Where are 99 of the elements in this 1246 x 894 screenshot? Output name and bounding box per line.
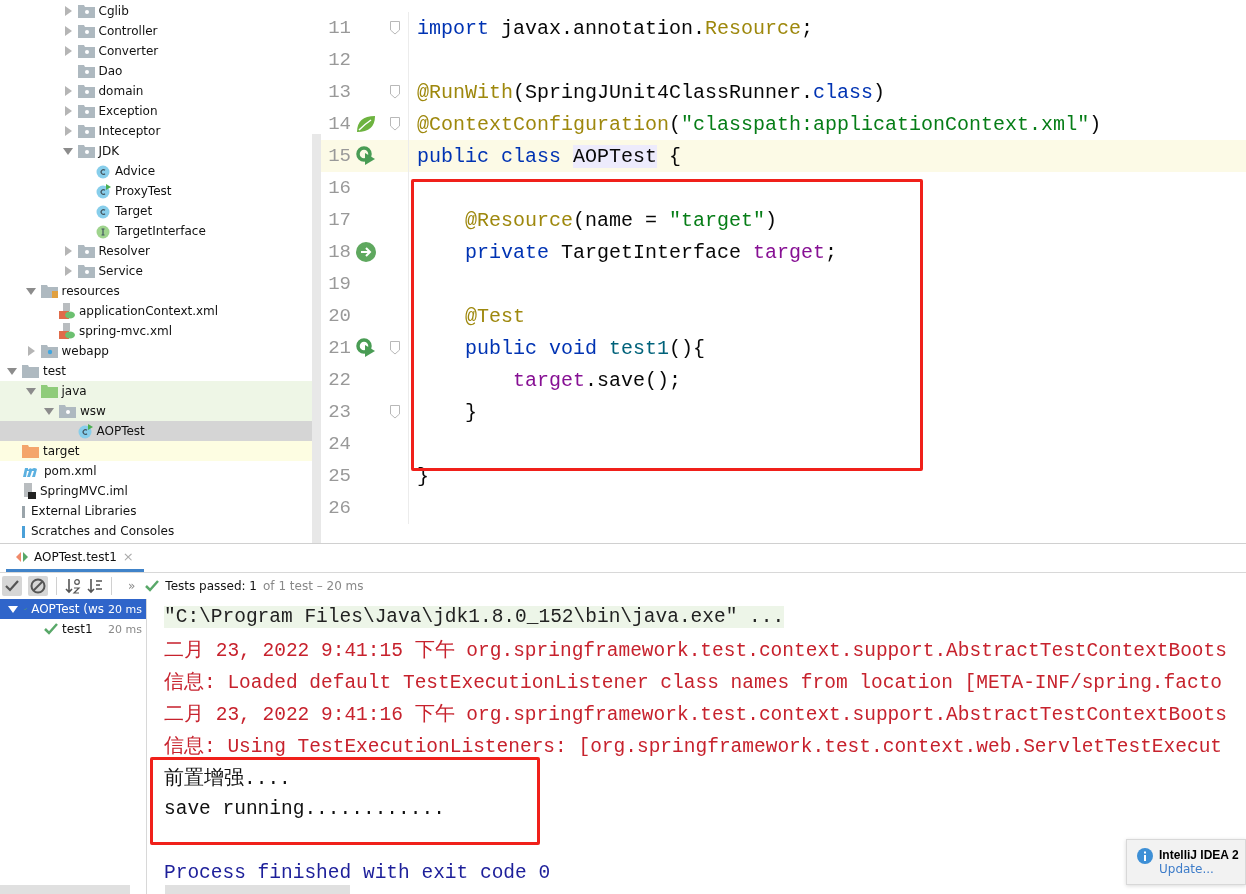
code-line: @Resource(name = "target"): [464, 208, 778, 232]
console-line: 前置增强....: [164, 766, 291, 791]
tree-item-label[interactable]: JDK: [98, 144, 120, 158]
tree-item-label[interactable]: resources: [61, 284, 120, 298]
line-number: 23: [327, 401, 351, 423]
fold-marker-icon[interactable]: [389, 117, 400, 131]
selected-tree-item[interactable]: AOPTest: [0, 421, 312, 441]
line-number: 11: [327, 17, 351, 39]
tree-item-label[interactable]: spring-mvc.xml: [79, 324, 173, 338]
fold-marker-icon[interactable]: [389, 341, 400, 355]
sort-alphabetically-icon[interactable]: [65, 578, 81, 594]
tree-item-label[interactable]: domain: [98, 84, 144, 98]
fold-marker-icon[interactable]: [389, 405, 400, 419]
show-ignored-button[interactable]: [28, 576, 48, 596]
line-number: 26: [327, 497, 351, 519]
tinted-tree-item[interactable]: target: [0, 441, 312, 461]
line-number: 18: [327, 241, 351, 263]
console-line: 信息: Loaded default TestExecutionListener class names from location [META-INF/spring.facto: [164, 670, 1223, 695]
test-status-detail: of 1 test – 20 ms: [263, 579, 364, 593]
show-passed-button[interactable]: [2, 576, 22, 596]
more-button[interactable]: »: [128, 579, 136, 593]
tree-item-label[interactable]: TargetInterface: [115, 224, 206, 238]
test-tree-item[interactable]: test1 20 ms: [0, 619, 146, 639]
tree-item-label[interactable]: SpringMVC.iml: [40, 484, 128, 498]
run-icon[interactable]: [356, 146, 376, 166]
test-status: Tests passed: 1: [165, 579, 257, 593]
tree-item-label: java: [61, 384, 87, 398]
line-number: 14: [327, 113, 351, 135]
expand-arrow-icon[interactable]: [25, 286, 36, 296]
fold-marker-icon[interactable]: [389, 85, 400, 99]
line-number: 24: [327, 433, 351, 455]
tree-item-label[interactable]: ProxyTest: [115, 184, 172, 198]
line-number: 22: [327, 369, 351, 391]
console-line: save running............: [164, 798, 445, 820]
update-link[interactable]: Update...: [1159, 862, 1239, 876]
tinted-tree-item[interactable]: wsw: [0, 401, 312, 421]
tree-item-label[interactable]: pom.xml: [44, 464, 97, 478]
run-tab[interactable]: AOPTest.test1 ×: [6, 544, 144, 572]
scrollbar[interactable]: [165, 885, 350, 894]
notification-title: IntelliJ IDEA 2: [1159, 848, 1239, 862]
console-line: Process finished with exit code 0: [164, 862, 551, 884]
tree-item-label[interactable]: Controller: [98, 24, 158, 38]
console-line: 二月 23, 2022 9:41:16 下午 org.springframework.test.context.support.AbstractTestContextBoots: [164, 702, 1227, 727]
tree-item-label: wsw: [80, 404, 106, 418]
code-line: private TargetInterface target;: [464, 240, 838, 264]
code-line: public class AOPTest {: [416, 144, 682, 168]
line-number: 20: [327, 305, 351, 327]
tree-item-label[interactable]: External Libraries: [31, 504, 137, 518]
tab-label: AOPTest.test1: [34, 549, 117, 564]
tinted-tree-item[interactable]: java: [0, 381, 312, 401]
run-icon[interactable]: [356, 338, 376, 358]
scrollbar[interactable]: [312, 134, 321, 543]
tree-item-label: AOPTest: [96, 424, 145, 438]
tree-item-label[interactable]: Converter: [98, 44, 159, 58]
code-line: @ContextConfiguration("classpath:applicationContext.xml"): [416, 112, 1102, 136]
run-config-icon: [16, 550, 28, 563]
line-number: 19: [327, 273, 351, 295]
line-number: 16: [327, 177, 351, 199]
info-icon: [1137, 848, 1153, 864]
tree-item-label[interactable]: Cglib: [98, 4, 129, 18]
expand-arrow-icon[interactable]: [7, 366, 17, 376]
code-line: @Test: [464, 304, 526, 328]
sort-by-duration-icon[interactable]: [87, 578, 103, 594]
tree-item-label[interactable]: test: [43, 364, 67, 378]
line-number: 21: [327, 337, 351, 359]
code-line: }: [464, 400, 477, 424]
tree-item-label[interactable]: Exception: [98, 104, 158, 118]
code-line: import javax.annotation.Resource;: [416, 16, 814, 40]
line-number: 17: [327, 209, 351, 231]
expand-arrow-icon[interactable]: [44, 406, 54, 416]
tree-item-label[interactable]: Service: [98, 264, 143, 278]
tree-item-label[interactable]: Dao: [98, 64, 123, 78]
check-icon: [44, 623, 58, 635]
line-number: 15: [327, 145, 351, 167]
console-line: 信息: Using TestExecutionListeners: [org.springframework.test.context.web.ServletTestExecut: [164, 734, 1223, 759]
test-tree-item[interactable]: AOPTest (ws 20 ms: [0, 599, 146, 619]
expand-arrow-icon[interactable]: [25, 386, 36, 396]
tree-item-label: target: [43, 444, 80, 458]
expand-arrow-icon[interactable]: [8, 604, 18, 614]
code-line: public void test1(){: [464, 336, 706, 360]
check-icon: [145, 580, 160, 592]
code-line: target.save();: [512, 368, 682, 392]
bean-link-icon[interactable]: [355, 241, 377, 263]
tree-item-label[interactable]: applicationContext.xml: [79, 304, 219, 318]
scrollbar[interactable]: [0, 885, 130, 894]
expand-arrow-icon[interactable]: [62, 146, 73, 156]
tree-item-label[interactable]: Scratches and Consoles: [31, 524, 175, 538]
tree-item-label[interactable]: Target: [115, 204, 153, 218]
leaf-icon[interactable]: [355, 114, 377, 134]
tree-item-label[interactable]: Inteceptor: [98, 124, 161, 138]
tree-item-label[interactable]: Advice: [115, 164, 156, 178]
code-line: @RunWith(SpringJUnit4ClassRunner.class): [416, 80, 886, 104]
fold-marker-icon[interactable]: [389, 21, 400, 35]
line-number: 13: [327, 81, 351, 103]
console-line: 二月 23, 2022 9:41:15 下午 org.springframework.test.context.support.AbstractTestContextBoots: [164, 638, 1227, 663]
tree-item-label[interactable]: Resolver: [98, 244, 151, 258]
tree-item-label[interactable]: webapp: [61, 344, 109, 358]
line-number: 12: [327, 49, 351, 71]
line-number: 25: [327, 465, 351, 487]
